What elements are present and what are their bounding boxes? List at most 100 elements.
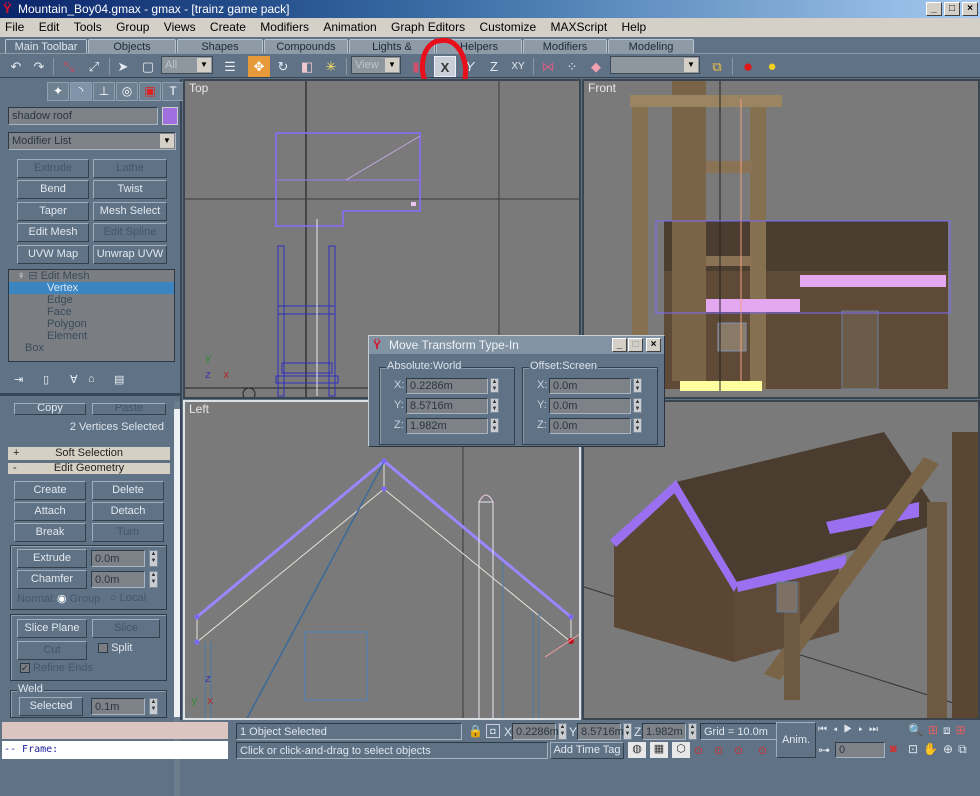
split-checkbox[interactable]: Split	[98, 642, 132, 654]
close-button[interactable]: ×	[962, 2, 978, 16]
edit-spline-modifier-button[interactable]: Edit Spline	[93, 223, 167, 242]
lightbulb-icon[interactable]: ♀	[17, 270, 25, 282]
weld-threshold-field[interactable]: 0.1m	[91, 698, 145, 715]
layers-icon[interactable]: ⧉	[706, 56, 728, 77]
menu-edit[interactable]: Edit	[39, 20, 60, 34]
zoom-all-icon[interactable]: ⊞	[928, 723, 943, 737]
pan-hand-icon[interactable]: ✋	[923, 742, 943, 756]
offset-z-field[interactable]: 0.0m	[549, 418, 631, 434]
offset-z-spinner[interactable]: ▲ ▼	[633, 418, 642, 433]
stack-item-edit-mesh[interactable]: ♀ ⊟ Edit Mesh	[9, 270, 174, 282]
absolute-y-spinner[interactable]: ▲ ▼	[490, 398, 499, 413]
pin-stack-icon[interactable]: ⇥	[14, 373, 23, 386]
viewport-perspective[interactable]	[582, 400, 980, 720]
maxscript-input[interactable]: -- Frame:	[2, 741, 228, 759]
align-icon[interactable]: ⁘	[561, 56, 583, 77]
x-coord-spinner[interactable]: ▲ ▼	[558, 723, 567, 740]
stack-item-face[interactable]: Face	[9, 306, 174, 318]
menu-group[interactable]: Group	[116, 20, 149, 34]
twist-modifier-button[interactable]: Twist	[93, 180, 167, 199]
motion-tab-icon[interactable]: ◎	[116, 82, 138, 101]
extrude-button[interactable]: Extrude	[17, 549, 87, 568]
rotate-icon[interactable]: ↻	[272, 56, 294, 77]
undo-icon[interactable]: ↶	[5, 56, 27, 77]
absolute-y-field[interactable]: 8.5716m	[406, 398, 488, 414]
key-mode-icon[interactable]: ⊶	[818, 743, 830, 757]
restrict-z-button[interactable]: Z	[483, 56, 505, 77]
menu-maxscript[interactable]: MAXScript	[550, 20, 607, 34]
arc-rotate-icon[interactable]: ⊕	[943, 742, 958, 756]
dialog-maximize-button[interactable]: □	[628, 338, 643, 352]
absolute-mode-icon[interactable]: ◘	[486, 724, 500, 738]
soft-selection-rollout[interactable]: + Soft Selection	[8, 447, 170, 460]
taper-modifier-button[interactable]: Taper	[17, 202, 89, 221]
add-time-tag-button[interactable]: Add Time Tag	[550, 742, 624, 759]
offset-x-field[interactable]: 0.0m	[549, 378, 631, 394]
link-icon[interactable]: ⤡	[58, 56, 80, 77]
move-icon[interactable]: ✥	[248, 56, 270, 77]
select-arrow-icon[interactable]: ➤	[112, 56, 134, 77]
menu-modifiers[interactable]: Modifiers	[260, 20, 309, 34]
create-button[interactable]: Create	[14, 481, 86, 500]
offset-y-spinner[interactable]: ▲ ▼	[633, 398, 642, 413]
attach-button[interactable]: Attach	[14, 502, 86, 521]
min-max-toggle-icon[interactable]: ⧉	[958, 742, 972, 756]
tab-compounds[interactable]: Compounds	[264, 39, 348, 53]
goto-start-icon[interactable]: ⏮	[818, 724, 833, 735]
snap-3d-icon[interactable]: ⊙	[714, 744, 723, 757]
anim-mode-button[interactable]: Anim.	[776, 722, 816, 758]
create-tab-icon[interactable]: ✦	[47, 82, 69, 101]
remove-modifier-icon[interactable]: ⌂	[88, 373, 95, 385]
minimize-button[interactable]: _	[926, 2, 942, 16]
redo-icon[interactable]: ↷	[28, 56, 50, 77]
play-icon[interactable]: ▶	[844, 724, 859, 735]
next-frame-icon[interactable]: ▸	[858, 724, 869, 735]
time-config-icon[interactable]: ◙	[890, 743, 897, 755]
lathe-modifier-button[interactable]: Lathe	[93, 159, 167, 178]
z-coord-spinner[interactable]: ▲ ▼	[688, 723, 697, 740]
utilities-tab-icon[interactable]: T	[162, 82, 184, 101]
paste-button[interactable]: Paste	[92, 403, 166, 415]
menu-help[interactable]: Help	[622, 20, 647, 34]
zoom-icon[interactable]: 🔍	[908, 723, 928, 737]
region-zoom-icon[interactable]: ⊡	[908, 742, 923, 756]
turn-button[interactable]: Turn	[92, 523, 164, 542]
restore-button[interactable]: □	[944, 2, 960, 16]
mirror-icon[interactable]: ⋈	[537, 56, 559, 77]
y-coord-spinner[interactable]: ▲ ▼	[623, 723, 632, 740]
viewport-left[interactable]: Left z y x	[183, 400, 581, 720]
chamfer-amount-field[interactable]: 0.0m	[91, 571, 145, 588]
dialog-minimize-button[interactable]: _	[612, 338, 627, 352]
reference-coord-dropdown[interactable]: View ▼	[351, 56, 401, 74]
cut-button[interactable]: Cut	[17, 641, 87, 660]
modifier-list-dropdown[interactable]: Modifier List ▼	[8, 132, 176, 150]
configure-modifier-sets-icon[interactable]: ▤	[114, 373, 124, 386]
render-teapot-icon[interactable]: ●	[737, 56, 759, 77]
percent-snap-icon[interactable]: ⊙	[758, 744, 767, 757]
material-editor-icon[interactable]: ●	[761, 56, 783, 77]
unwrap-uvw-modifier-button[interactable]: Unwrap UVW	[93, 245, 167, 264]
extrude-spinner[interactable]: ▲ ▼	[149, 550, 158, 567]
absolute-z-field[interactable]: 1.982m	[406, 418, 488, 434]
selection-filter-dropdown[interactable]: All ▼	[161, 56, 213, 74]
z-coord-field[interactable]: 1.982m	[642, 723, 686, 740]
tab-main-toolbar[interactable]: Main Toolbar	[5, 39, 87, 53]
extrude-modifier-button[interactable]: Extrude	[17, 159, 89, 178]
menu-file[interactable]: File	[5, 20, 24, 34]
menu-graph-editors[interactable]: Graph Editors	[391, 20, 465, 34]
slice-button[interactable]: Slice	[92, 619, 160, 638]
stack-item-element[interactable]: Element	[9, 330, 174, 342]
lock-selection-icon[interactable]: 🔒	[468, 724, 483, 738]
chamfer-button[interactable]: Chamfer	[17, 570, 87, 589]
edit-geometry-rollout[interactable]: - Edit Geometry	[8, 463, 170, 474]
snap-2d-icon[interactable]: ⊙	[694, 744, 703, 757]
bend-modifier-button[interactable]: Bend	[17, 180, 89, 199]
y-coord-field[interactable]: 8.5716m	[577, 723, 624, 740]
x-coord-field[interactable]: 0.2286m	[512, 723, 559, 740]
tab-modifiers[interactable]: Modifiers	[523, 39, 607, 53]
menu-create[interactable]: Create	[210, 20, 246, 34]
make-unique-icon[interactable]: ∀	[70, 373, 78, 386]
offset-x-spinner[interactable]: ▲ ▼	[633, 378, 642, 393]
weld-spinner[interactable]: ▲ ▼	[149, 698, 158, 715]
extrude-amount-field[interactable]: 0.0m	[91, 550, 145, 567]
